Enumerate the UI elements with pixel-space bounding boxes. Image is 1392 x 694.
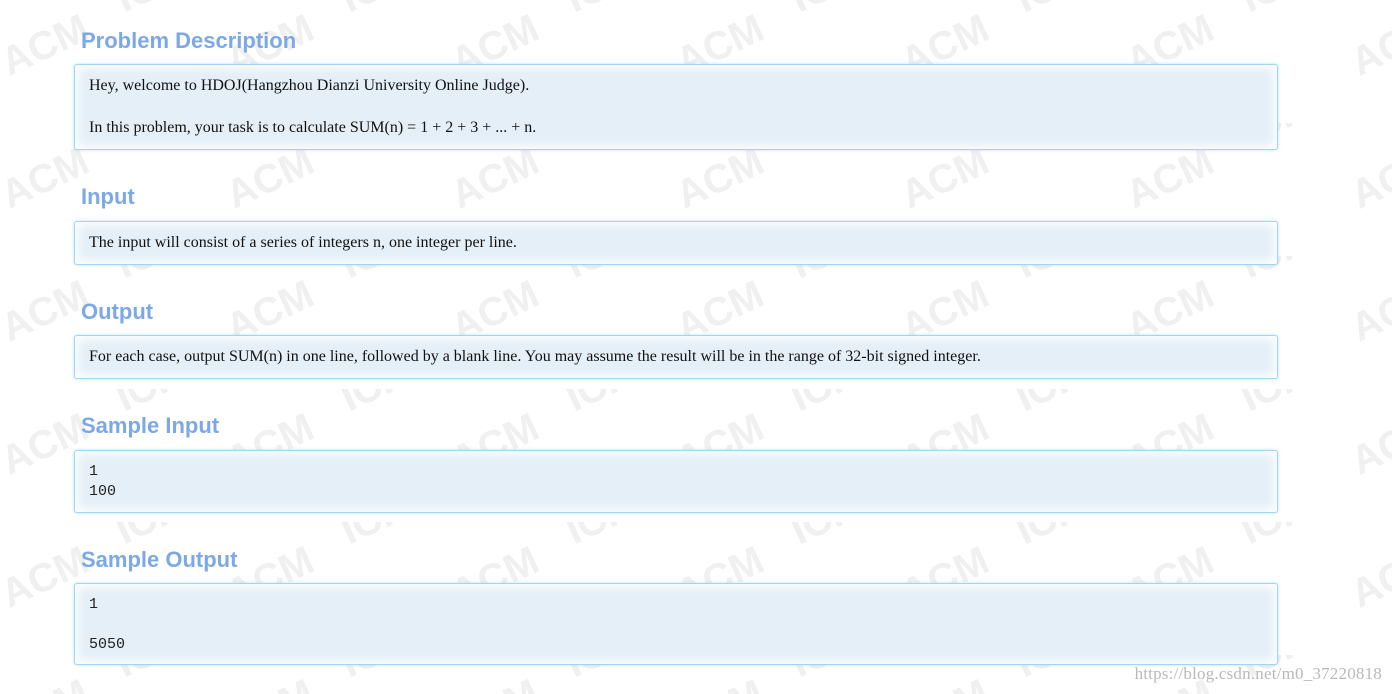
description-line-1: Hey, welcome to HDOJ(Hangzhou Dianzi Uni… [89, 77, 530, 94]
description-line-2: In this problem, your task is to calcula… [89, 119, 537, 136]
sample-input-title: Sample Input [81, 413, 220, 438]
blog-url-watermark: https://blog.csdn.net/m0_37220818 [1134, 664, 1382, 683]
sample-input-panel: 1 100 [74, 450, 1278, 513]
sample-output-title: Sample Output [81, 547, 238, 572]
input-title: Input [81, 184, 135, 209]
sample-output-line-3: 5050 [89, 636, 126, 653]
sample-output-line-1: 1 [89, 596, 99, 613]
sample-input-line-1: 1 [89, 463, 99, 480]
sample-input-line-2: 100 [89, 483, 117, 500]
problem-description-title: Problem Description [81, 28, 297, 53]
input-panel: The input will consist of a series of in… [74, 221, 1278, 265]
output-panel: For each case, output SUM(n) in one line… [74, 335, 1278, 379]
sample-output-panel: 1 5050 [74, 583, 1278, 665]
output-line-1: For each case, output SUM(n) in one line… [89, 348, 981, 365]
output-title: Output [81, 299, 154, 324]
input-line-1: The input will consist of a series of in… [89, 234, 517, 251]
problem-description-panel: Hey, welcome to HDOJ(Hangzhou Dianzi Uni… [74, 64, 1278, 150]
